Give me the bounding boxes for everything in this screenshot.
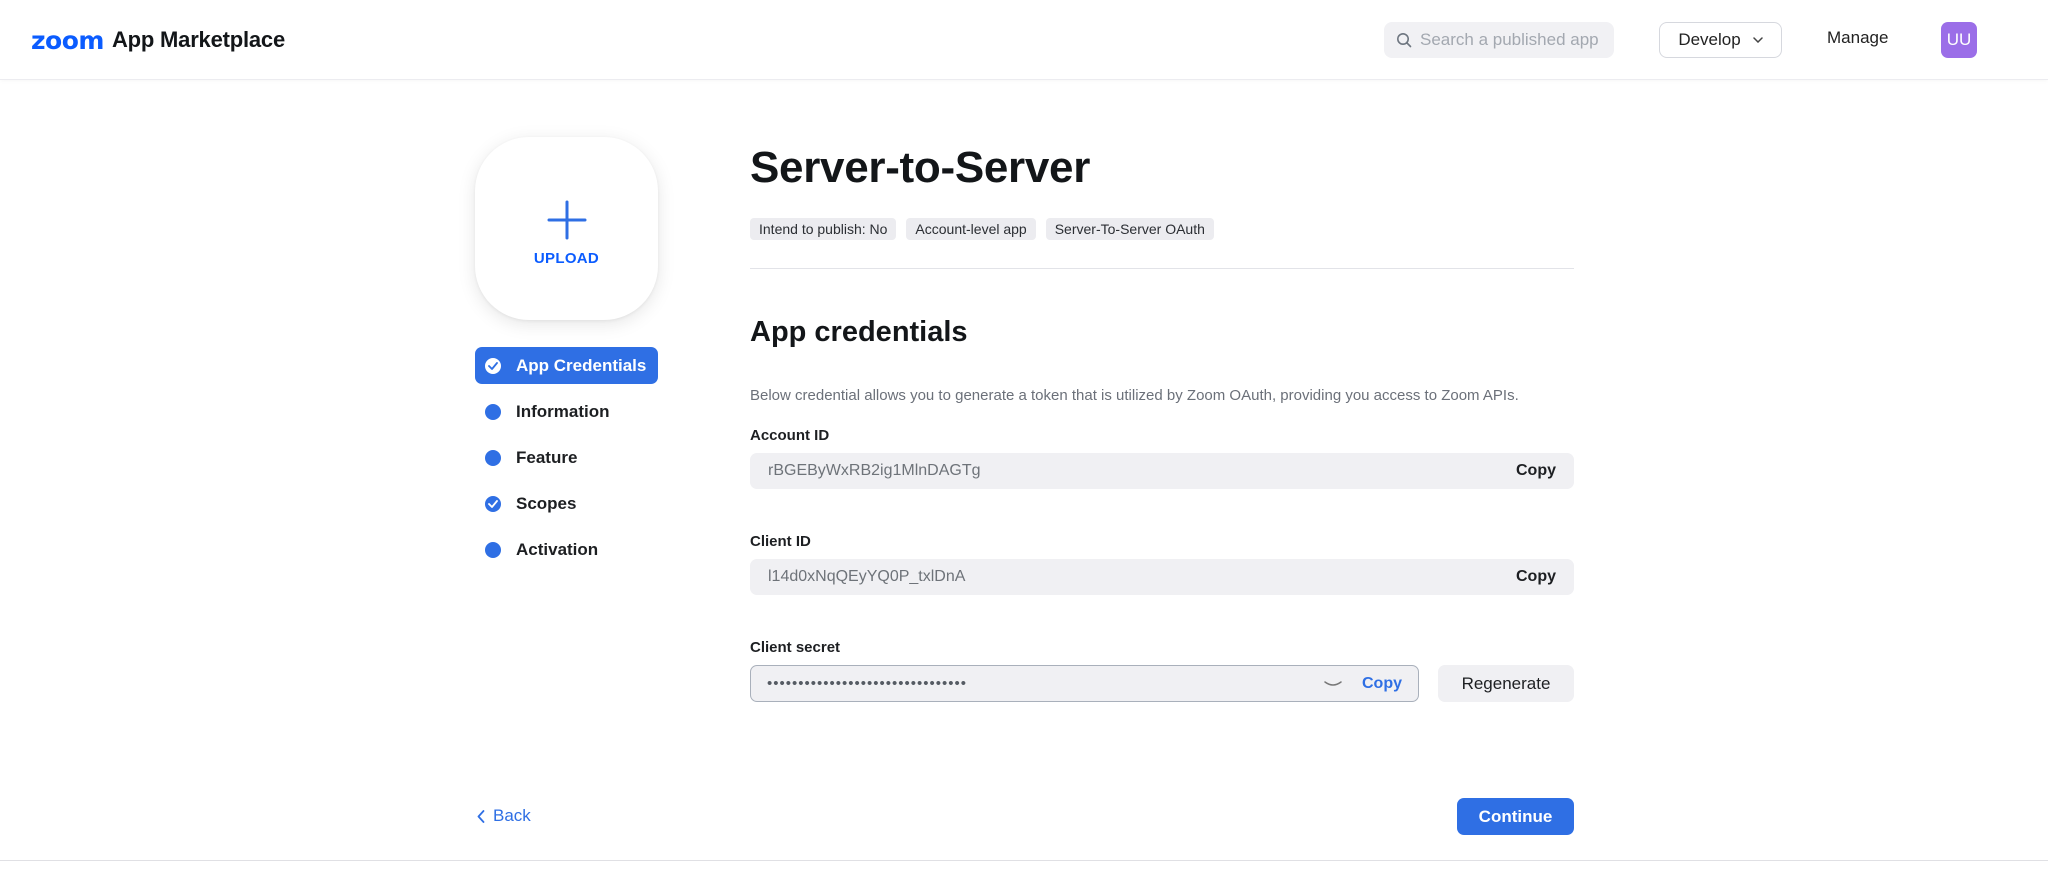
section-title: App credentials: [750, 316, 968, 348]
client-id-field[interactable]: l14d0xNqQEyYQ0P_txlDnA Copy: [750, 559, 1574, 595]
tag-account-level: Account-level app: [906, 218, 1036, 240]
chevron-down-icon: [1752, 37, 1763, 43]
sidebar-item-feature[interactable]: Feature: [475, 439, 658, 476]
app-tags: Intend to publish: No Account-level app …: [750, 218, 1574, 240]
client-id-value: l14d0xNqQEyYQ0P_txlDnA: [768, 568, 966, 585]
account-id-label: Account ID: [750, 427, 830, 444]
back-label: Back: [493, 806, 531, 825]
sidebar-item-label: Information: [516, 401, 610, 421]
develop-label: Develop: [1678, 30, 1741, 49]
regenerate-button[interactable]: Regenerate: [1438, 665, 1574, 702]
copy-client-id-button[interactable]: Copy: [1516, 568, 1556, 586]
client-id-label: Client ID: [750, 533, 811, 550]
credentials-description: Below credential allows you to generate …: [750, 387, 1519, 404]
eye-closed-icon[interactable]: [1324, 675, 1342, 693]
manage-link[interactable]: Manage: [1827, 28, 1888, 48]
sidebar-item-information[interactable]: Information: [475, 393, 658, 430]
sidebar-item-app-credentials[interactable]: App Credentials: [475, 347, 658, 384]
tag-publish: Intend to publish: No: [750, 218, 897, 240]
account-id-field[interactable]: rBGEByWxRB2ig1MlnDAGTg Copy: [750, 453, 1574, 489]
sidebar-item-activation[interactable]: Activation: [475, 531, 658, 568]
client-secret-field[interactable]: •••••••••••••••••••••••••••••••• Copy: [750, 665, 1419, 702]
plus-icon: [547, 200, 586, 240]
logo-title: App Marketplace: [111, 27, 286, 52]
check-circle-icon: [485, 357, 501, 374]
logo-brand: zoom: [31, 25, 104, 55]
search-box[interactable]: [1384, 22, 1614, 58]
dot-icon: [485, 403, 501, 420]
develop-dropdown[interactable]: Develop: [1659, 22, 1782, 58]
client-secret-label: Client secret: [750, 639, 841, 656]
main-content: Server-to-Server Intend to publish: No A…: [750, 140, 1574, 702]
dot-icon: [485, 541, 501, 558]
client-secret-value: ••••••••••••••••••••••••••••••••: [767, 675, 968, 692]
upload-label: UPLOAD: [533, 250, 600, 267]
tag-app-type: Server-To-Server OAuth: [1045, 218, 1214, 240]
avatar[interactable]: UU: [1941, 22, 1977, 58]
back-button[interactable]: Back: [477, 806, 531, 826]
sidebar-item-label: Feature: [516, 447, 578, 467]
bottom-divider: [0, 860, 2048, 861]
page-title: Server-to-Server: [750, 143, 1091, 192]
check-circle-icon: [485, 495, 501, 512]
sidebar-item-label: Scopes: [516, 493, 577, 513]
zoom-logo[interactable]: zoom App Marketplace: [31, 24, 285, 56]
upload-app-icon-button[interactable]: UPLOAD: [475, 137, 658, 320]
copy-account-id-button[interactable]: Copy: [1516, 462, 1556, 480]
sidebar-item-label: Activation: [516, 539, 599, 559]
sidebar-item-scopes[interactable]: Scopes: [475, 485, 658, 522]
chevron-left-icon: [477, 809, 485, 823]
sidebar-item-label: App Credentials: [516, 355, 647, 375]
account-id-value: rBGEByWxRB2ig1MlnDAGTg: [768, 462, 981, 479]
copy-client-secret-button[interactable]: Copy: [1362, 675, 1402, 693]
dot-icon: [485, 449, 501, 466]
divider: [750, 268, 1574, 269]
top-header: zoom App Marketplace Develop Manage UU: [0, 0, 2048, 80]
sidebar-nav: App Credentials Information Feature Scop…: [475, 347, 658, 577]
continue-button[interactable]: Continue: [1457, 798, 1574, 835]
search-input[interactable]: [1420, 30, 1600, 50]
search-icon: [1397, 33, 1412, 48]
